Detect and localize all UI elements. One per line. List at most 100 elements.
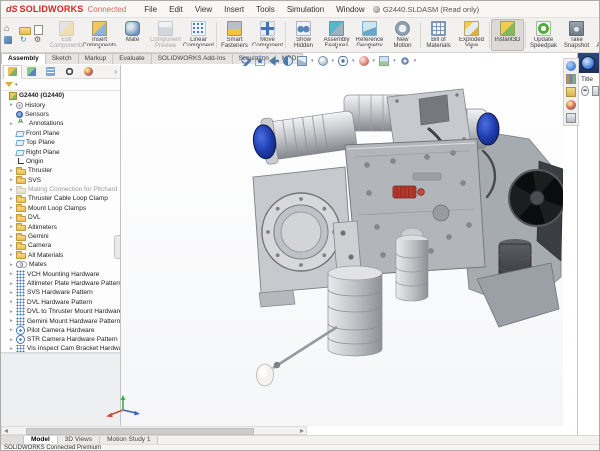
tree-item-dvl-hardware-pattern[interactable]: ▸DVL Hardware Pattern xyxy=(1,298,120,307)
edit-appearance-icon[interactable] xyxy=(359,56,369,66)
configurationmanager-tab[interactable] xyxy=(41,65,60,79)
tree-item-vch-mounting-hardware[interactable]: ▸VCH Mounting Hardware xyxy=(1,269,120,278)
custom-properties-icon[interactable] xyxy=(566,113,576,123)
tab-sketch[interactable]: Sketch xyxy=(45,53,79,64)
ribbon-new-motion-study-button[interactable]: New Motion Study xyxy=(386,19,419,51)
horizontal-scrollbar[interactable] xyxy=(1,426,307,435)
file-explorer-icon[interactable] xyxy=(566,87,576,97)
bom-icon xyxy=(431,21,446,36)
tree-item-front-plane[interactable]: Front Plane xyxy=(1,129,120,138)
tree-item-thruster-cable-loop-clamp[interactable]: ▸Thruster Cable Loop Clamp xyxy=(1,194,120,203)
home-icon[interactable] xyxy=(4,25,15,34)
tree-item-camera[interactable]: ▸Camera xyxy=(1,241,120,250)
folder-icon xyxy=(16,235,26,241)
menu-edit[interactable]: Edit xyxy=(163,3,189,16)
panel-collapse-handle[interactable] xyxy=(114,235,121,259)
pattern-icon xyxy=(16,298,25,307)
tree-item-str-camera-hardware-pattern-1[interactable]: ▸STR Camera Hardware Pattern 1 xyxy=(1,335,120,344)
ribbon-take-snapshot-button[interactable]: Take Snapshot xyxy=(560,19,593,51)
appearances-icon[interactable] xyxy=(566,100,576,110)
hide-show-items-icon[interactable] xyxy=(338,56,348,66)
ribbon-bill-of-materials-button[interactable]: Bill of Materials xyxy=(422,19,455,51)
view-orientation-icon[interactable] xyxy=(297,56,307,66)
tree-item-origin[interactable]: Origin xyxy=(1,157,120,166)
dropdown-caret-icon[interactable]: ▾ xyxy=(332,58,335,64)
scroll-right-arrow-icon[interactable] xyxy=(300,429,304,433)
section-view-icon[interactable] xyxy=(283,56,293,66)
design-library-icon[interactable] xyxy=(566,74,576,84)
tree-item-gemini-mount-hardware-pattern[interactable]: ▸Gemini Mount Hardware Pattern xyxy=(1,316,120,325)
tree-item-top-plane[interactable]: Top Plane xyxy=(1,138,120,147)
task-pane-title: Title xyxy=(578,73,600,85)
tree-item-history[interactable]: ▸History xyxy=(1,100,120,109)
tree-item-dvl-to-thruster-mount-hardware-pa[interactable]: ▸DVL to Thruster Mount Hardware Pa xyxy=(1,307,120,316)
tab-model[interactable]: Model xyxy=(24,436,58,444)
tree-filter[interactable]: ▾ xyxy=(1,79,120,91)
tree-item-svs-hardware-pattern[interactable]: ▸SVS Hardware Pattern xyxy=(1,288,120,297)
menu-file[interactable]: File xyxy=(138,3,163,16)
graphics-area[interactable] xyxy=(121,65,563,426)
propertymanager-tab[interactable] xyxy=(22,65,41,79)
tabs-overflow-chevron-icon[interactable]: › xyxy=(114,67,117,76)
tab-assembly[interactable]: Assembly xyxy=(1,53,46,64)
scroll-left-arrow-icon[interactable] xyxy=(4,429,8,433)
dimxpertmanager-tab[interactable] xyxy=(60,65,79,79)
tab-3d-views[interactable]: 3D Views xyxy=(58,436,100,444)
assembly-model-3d-view[interactable] xyxy=(131,65,563,426)
dropdown-caret-icon[interactable]: ▾ xyxy=(414,58,417,64)
displaymanager-tab[interactable] xyxy=(79,65,98,79)
tree-item-annotations[interactable]: ▸Annotations xyxy=(1,119,120,128)
tree-item-pilot-camera-hardware[interactable]: ▸Pilot Camera Hardware xyxy=(1,326,120,335)
menu-tools[interactable]: Tools xyxy=(250,3,281,16)
tree-item-all-materials[interactable]: ▸All Materials xyxy=(1,251,120,260)
rebuild-icon[interactable] xyxy=(19,36,30,45)
ribbon-exploded-view-button[interactable]: Exploded View▾ xyxy=(455,19,488,51)
ribbon-large-assembly-settings-button[interactable]: Large Assembly Settings xyxy=(593,19,600,51)
ribbon-assembly-features-button[interactable]: Assembly Features▾ xyxy=(320,19,353,51)
featuremanager-tab[interactable] xyxy=(3,65,22,79)
folder-icon xyxy=(16,178,26,184)
display-style-icon[interactable] xyxy=(318,56,328,66)
tree-item-dvl[interactable]: ▸DVL xyxy=(1,213,120,222)
menu-insert[interactable]: Insert xyxy=(218,3,250,16)
tree-item-altimeter-plate-hardware-pattern[interactable]: ▸Altimeter Plate Hardware Pattern xyxy=(1,279,120,288)
cpattern-icon xyxy=(16,335,25,344)
tab-solidworks-add-ins[interactable]: SOLIDWORKS Add-Ins xyxy=(151,53,233,64)
tree-item-mates[interactable]: ▸Mates xyxy=(1,260,120,269)
featuremanager-icon xyxy=(8,67,17,76)
ribbon-instant3d-button[interactable]: Instant3D xyxy=(491,19,524,51)
tab-motion-study-1[interactable]: Motion Study 1 xyxy=(100,436,158,444)
tree-item-thruster[interactable]: ▸Thruster xyxy=(1,166,120,175)
tab-markup[interactable]: Markup xyxy=(78,53,114,64)
dropdown-caret-icon[interactable]: ▾ xyxy=(311,58,314,64)
view-settings-icon[interactable] xyxy=(400,56,410,66)
zoom-fit-icon[interactable] xyxy=(241,56,251,66)
tree-item-gemini[interactable]: ▸Gemini xyxy=(1,232,120,241)
ribbon-update-speedpak-button[interactable]: Update Speedpak xyxy=(527,19,560,51)
apply-scene-icon[interactable] xyxy=(379,56,389,66)
widget-icon[interactable] xyxy=(592,86,600,96)
previous-view-icon[interactable] xyxy=(269,56,279,66)
tab-scroll-buttons[interactable] xyxy=(1,436,24,444)
avatar-icon[interactable] xyxy=(581,86,589,96)
dropdown-caret-icon[interactable]: ▾ xyxy=(373,58,376,64)
tree-item-right-plane[interactable]: Right Plane xyxy=(1,147,120,156)
tree-item-altimeters[interactable]: ▸Altimeters xyxy=(1,222,120,231)
dropdown-caret-icon[interactable]: ▾ xyxy=(352,58,355,64)
new-icon[interactable] xyxy=(34,25,43,35)
scrollbar-thumb[interactable] xyxy=(26,428,254,435)
save-icon[interactable] xyxy=(4,36,12,44)
tree-item-mating-connection-for-pitchard[interactable]: ▸Mating Connection for Pitchard xyxy=(1,185,120,194)
open-icon[interactable] xyxy=(19,27,31,35)
tab-evaluate[interactable]: Evaluate xyxy=(112,53,151,64)
ribbon-reference-geometry-button[interactable]: Reference Geometry▾ xyxy=(353,19,386,51)
menu-view[interactable]: View xyxy=(189,3,218,16)
3dexperience-icon[interactable] xyxy=(566,61,576,71)
tree-item-sensors[interactable]: Sensors xyxy=(1,110,120,119)
zoom-area-icon[interactable] xyxy=(255,56,265,66)
tree-item-g2440-g2440[interactable]: G2440 (G2440) xyxy=(1,91,120,100)
tree-item-mount-loop-clamps[interactable]: ▸Mount Loop Clamps xyxy=(1,204,120,213)
tree-item-svs[interactable]: ▸SVS xyxy=(1,176,120,185)
options-icon[interactable] xyxy=(34,36,45,45)
dropdown-caret-icon[interactable]: ▾ xyxy=(393,58,396,64)
